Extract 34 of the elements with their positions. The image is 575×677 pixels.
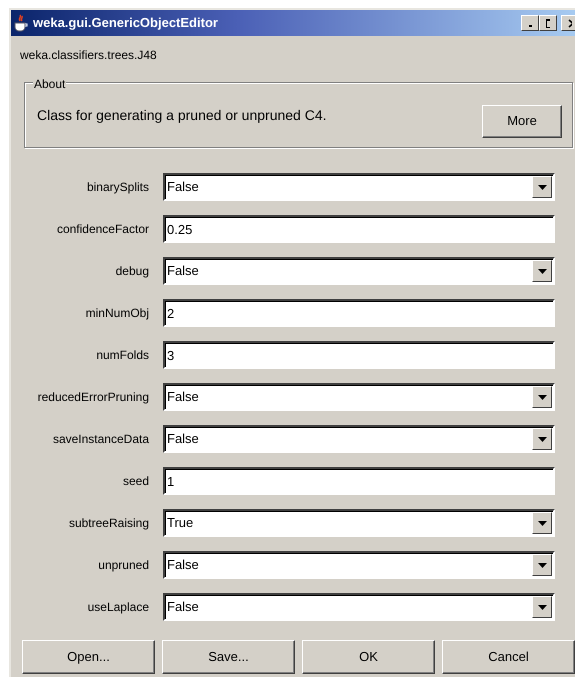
text-field[interactable]: 2 (163, 299, 555, 327)
maximize-button[interactable] (539, 15, 557, 31)
property-label: confidenceFactor (56, 221, 150, 238)
close-button[interactable] (561, 15, 575, 31)
about-text: Class for generating a pruned or unpruned C4. (37, 106, 327, 125)
property-label: numFolds (95, 347, 150, 364)
dialog-button[interactable]: Cancel (442, 640, 575, 674)
dropdown[interactable]: False (163, 551, 555, 579)
text-field[interactable]: 3 (163, 341, 555, 369)
dialog-button[interactable]: OK (302, 640, 435, 674)
property-label: subtreeRaising (68, 515, 150, 532)
more-button[interactable]: More (482, 104, 562, 138)
property-label: binarySplits (86, 179, 150, 196)
property-label: debug (114, 263, 150, 280)
window-title: weka.gui.GenericObjectEditor (33, 14, 218, 32)
dropdown[interactable]: True (163, 509, 555, 537)
dropdown[interactable]: False (163, 593, 555, 621)
dropdown[interactable]: False (163, 383, 555, 411)
class-name: weka.classifiers.trees.J48 (20, 48, 157, 62)
property-label: minNumObj (84, 305, 150, 322)
property-label: saveInstanceData (52, 431, 150, 448)
property-label: reducedErrorPruning (36, 389, 150, 406)
dropdown[interactable]: False (163, 173, 555, 201)
property-label: useLaplace (86, 599, 150, 616)
dialog-button[interactable]: Save... (162, 640, 295, 674)
dialog-button[interactable]: Open... (22, 640, 155, 674)
dropdown[interactable]: False (163, 425, 555, 453)
text-field[interactable]: 0.25 (163, 215, 555, 243)
property-label: seed (122, 473, 150, 490)
dropdown[interactable]: False (163, 257, 555, 285)
property-label: unpruned (97, 557, 150, 574)
minimize-button[interactable] (521, 15, 539, 31)
cup-icon (13, 14, 29, 32)
text-field[interactable]: 1 (163, 467, 555, 495)
